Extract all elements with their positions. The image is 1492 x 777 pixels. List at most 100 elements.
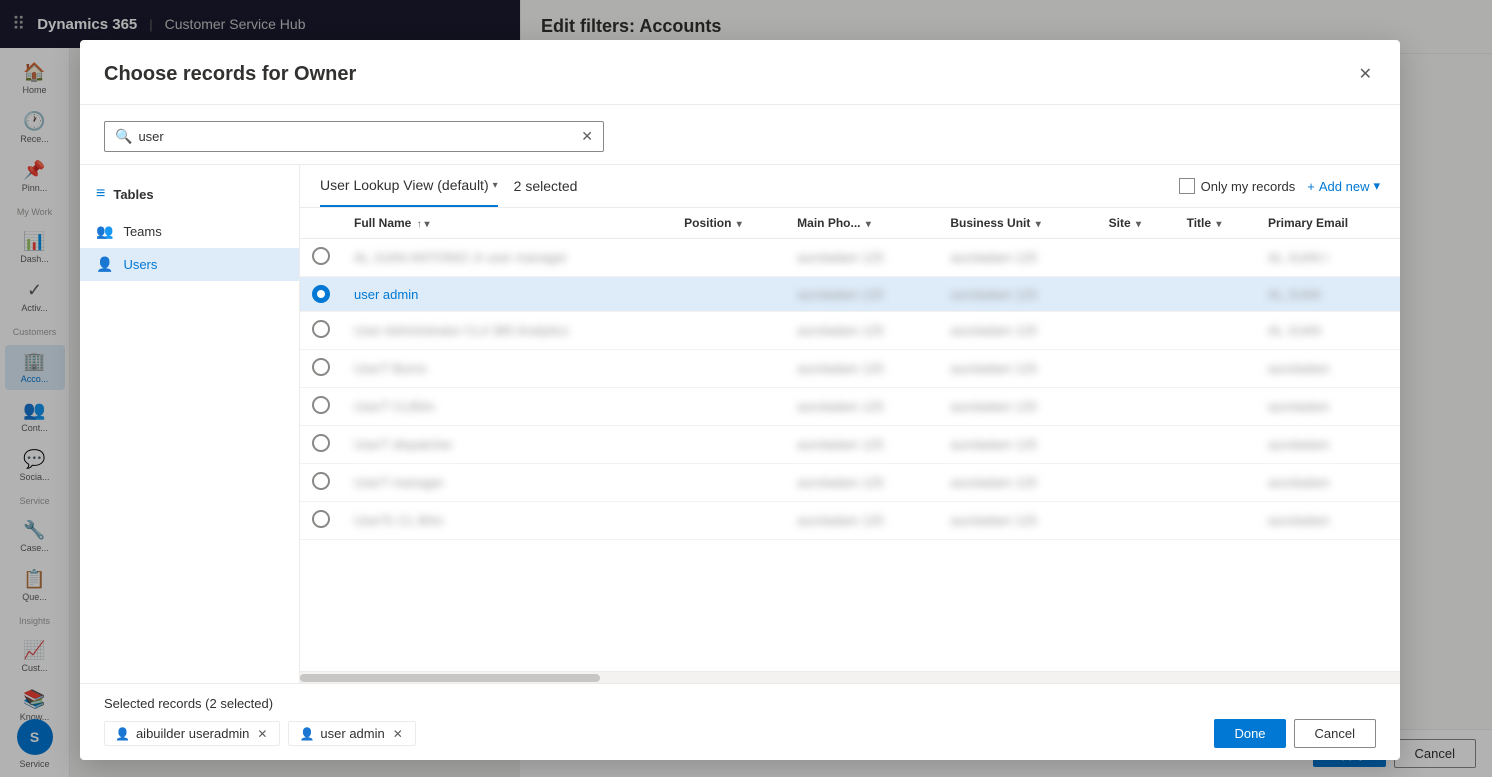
email-cell: auroladam <box>1256 502 1400 540</box>
table-row: User Administrator CL4 385 Analytics aur… <box>300 312 1400 350</box>
selected-chips-row: 👤 aibuilder useradmin ✕ 👤 user admin ✕ <box>104 721 416 746</box>
site-cell <box>1097 426 1175 464</box>
view-selector[interactable]: User Lookup View (default) ▾ <box>320 177 498 207</box>
email-cell: auroladam <box>1256 426 1400 464</box>
radio-button[interactable] <box>312 396 330 414</box>
radio-button[interactable] <box>312 247 330 265</box>
view-bar-left: User Lookup View (default) ▾ 2 selected <box>320 177 577 207</box>
site-cell <box>1097 350 1175 388</box>
radio-button[interactable] <box>312 510 330 528</box>
chip-remove-2[interactable]: ✕ <box>391 727 405 741</box>
row-select-cell[interactable] <box>300 388 342 426</box>
position-cell <box>672 426 785 464</box>
email-cell: AL JUAN I <box>1256 239 1400 277</box>
add-new-label: Add new <box>1319 179 1370 194</box>
sidebar-item-teams[interactable]: 👥 Teams <box>80 215 299 248</box>
row-select-cell[interactable] <box>300 277 342 312</box>
search-clear-button[interactable]: ✕ <box>581 128 593 145</box>
scrollbar-thumb[interactable] <box>300 674 600 682</box>
table-row: UserTc CL 80m auroladam 125 auroladam 12… <box>300 502 1400 540</box>
col-email[interactable]: Primary Email <box>1256 208 1400 239</box>
radio-button-checked[interactable] <box>312 285 330 303</box>
row-select-cell[interactable] <box>300 464 342 502</box>
bu-cell: auroladam 125 <box>938 350 1096 388</box>
modal-close-button[interactable]: ✕ <box>1355 60 1376 88</box>
title-cell <box>1175 312 1256 350</box>
add-new-button[interactable]: + Add new ▾ <box>1307 178 1380 194</box>
full-name-cell: User Administrator CL4 385 Analytics <box>342 312 672 350</box>
records-table: Full Name ↑ ▾ Position ▾ Main Pho... ▾ B… <box>300 208 1400 540</box>
phone-cell: auroladam 125 <box>785 426 938 464</box>
phone-cell: auroladam 125 <box>785 502 938 540</box>
site-cell <box>1097 388 1175 426</box>
bu-cell: auroladam 125 <box>938 388 1096 426</box>
bu-cell: auroladam 125 <box>938 426 1096 464</box>
only-my-records-checkbox[interactable]: Only my records <box>1179 178 1296 194</box>
position-cell <box>672 312 785 350</box>
col-business-unit[interactable]: Business Unit ▾ <box>938 208 1096 239</box>
title-cell <box>1175 426 1256 464</box>
view-bar: User Lookup View (default) ▾ 2 selected … <box>300 165 1400 208</box>
chip-remove-1[interactable]: ✕ <box>255 727 269 741</box>
row-select-cell[interactable] <box>300 426 342 464</box>
view-selector-text: User Lookup View (default) <box>320 177 489 193</box>
full-name-cell: AL JUAN ANTONIO Jr user manager <box>342 239 672 277</box>
full-name-cell: UserT CL80m <box>342 388 672 426</box>
sidebar-item-users[interactable]: 👤 Users <box>80 248 299 281</box>
position-cell <box>672 350 785 388</box>
radio-button[interactable] <box>312 434 330 452</box>
search-input[interactable] <box>138 129 581 144</box>
modal-body: ≡ Tables 👥 Teams 👤 Users User Lookup Vie… <box>80 165 1400 683</box>
col-main-phone[interactable]: Main Pho... ▾ <box>785 208 938 239</box>
add-new-icon: + <box>1307 179 1315 194</box>
teams-label: Teams <box>123 224 161 239</box>
table-row: user admin auroladam 125 auroladam 125 A… <box>300 277 1400 312</box>
email-cell: auroladam <box>1256 464 1400 502</box>
email-cell: auroladam <box>1256 350 1400 388</box>
cancel-button[interactable]: Cancel <box>1294 719 1376 748</box>
title-cell <box>1175 464 1256 502</box>
radio-button[interactable] <box>312 358 330 376</box>
row-select-cell[interactable] <box>300 502 342 540</box>
row-select-cell[interactable] <box>300 350 342 388</box>
users-label: Users <box>123 257 157 272</box>
sort-icon-bu: ▾ <box>1036 219 1041 230</box>
users-icon: 👤 <box>96 256 113 273</box>
col-title[interactable]: Title ▾ <box>1175 208 1256 239</box>
chip-label-2: user admin <box>320 726 384 741</box>
full-name-cell: user admin <box>342 277 672 312</box>
row-select-cell[interactable] <box>300 312 342 350</box>
table-row: UserT dispatcher auroladam 125 auroladam… <box>300 426 1400 464</box>
position-cell <box>672 464 785 502</box>
radio-button[interactable] <box>312 472 330 490</box>
user-admin-link[interactable]: user admin <box>354 287 418 302</box>
row-select-cell[interactable] <box>300 239 342 277</box>
col-full-name[interactable]: Full Name ↑ ▾ <box>342 208 672 239</box>
checkbox-square <box>1179 178 1195 194</box>
horizontal-scrollbar[interactable] <box>300 671 1400 683</box>
phone-cell: auroladam 125 <box>785 464 938 502</box>
sort-icon-position: ▾ <box>737 219 742 230</box>
sort-icon-title: ▾ <box>1216 219 1221 230</box>
site-cell <box>1097 464 1175 502</box>
modal-choose-records: Choose records for Owner ✕ 🔍 ✕ ≡ Tables … <box>80 40 1400 760</box>
position-cell <box>672 239 785 277</box>
table-row: AL JUAN ANTONIO Jr user manager aurolada… <box>300 239 1400 277</box>
position-cell <box>672 502 785 540</box>
view-chevron-icon: ▾ <box>493 180 498 191</box>
col-site[interactable]: Site ▾ <box>1097 208 1175 239</box>
table-row: UserT CL80m auroladam 125 auroladam 125 … <box>300 388 1400 426</box>
bu-cell: auroladam 125 <box>938 312 1096 350</box>
only-my-records-label: Only my records <box>1201 179 1296 194</box>
position-cell <box>672 388 785 426</box>
radio-button[interactable] <box>312 320 330 338</box>
hamburger-icon: ≡ <box>96 185 105 203</box>
col-position[interactable]: Position ▾ <box>672 208 785 239</box>
sort-icon-phone: ▾ <box>866 219 871 230</box>
left-panel: ≡ Tables 👥 Teams 👤 Users <box>80 165 300 683</box>
add-new-chevron-icon: ▾ <box>1373 178 1380 194</box>
modal-footer: Selected records (2 selected) 👤 aibuilde… <box>80 683 1400 760</box>
selected-chip-2: 👤 user admin ✕ <box>288 721 415 746</box>
phone-cell: auroladam 125 <box>785 312 938 350</box>
done-button[interactable]: Done <box>1214 719 1285 748</box>
